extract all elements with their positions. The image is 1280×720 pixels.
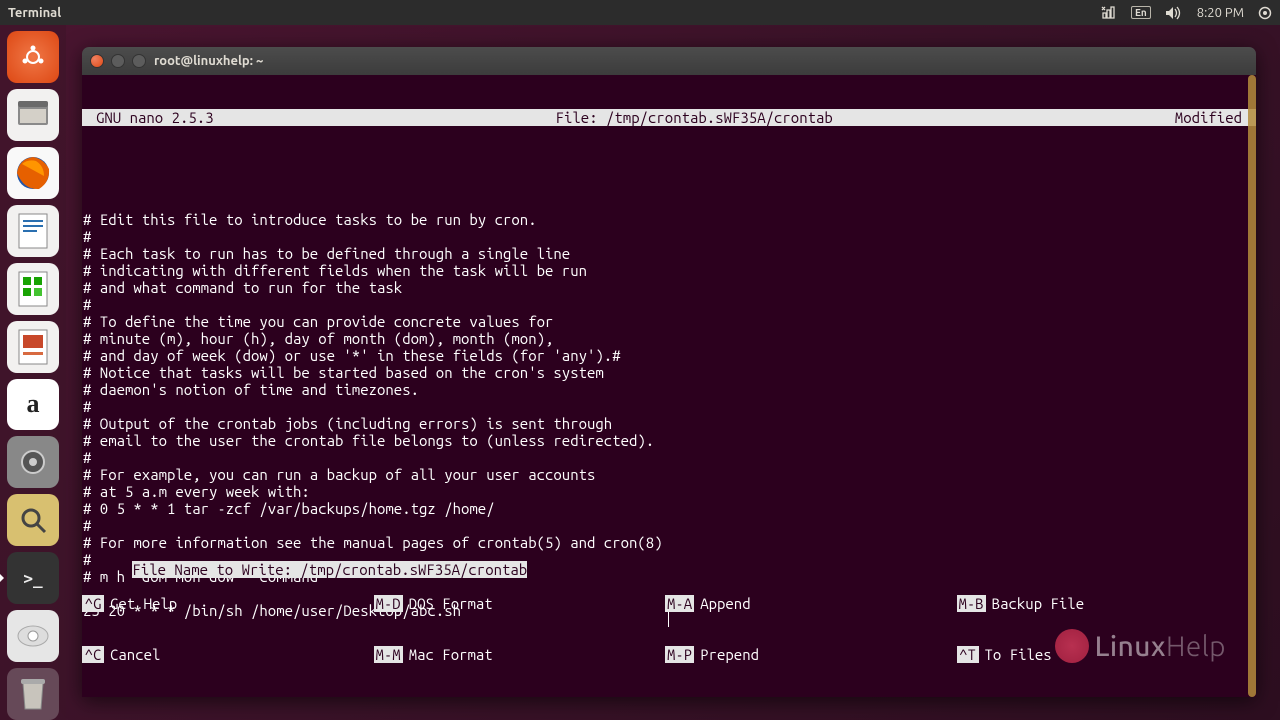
window-minimize-button[interactable]: [111, 54, 125, 68]
shortcut-label: Backup File: [986, 595, 1084, 612]
nano-shortcut[interactable]: ^GGet Help: [82, 595, 374, 612]
network-icon[interactable]: [1101, 6, 1117, 20]
nano-line[interactable]: # and day of week (dow) or use '*' in th…: [82, 347, 1256, 364]
language-indicator[interactable]: En: [1131, 6, 1151, 19]
active-indicator: [0, 573, 4, 583]
nano-shortcut[interactable]: M-PPrepend: [665, 646, 957, 663]
shortcut-key: M-D: [374, 595, 403, 612]
volume-icon[interactable]: [1165, 6, 1183, 20]
window-maximize-button[interactable]: [132, 54, 146, 68]
nano-line[interactable]: # Notice that tasks will be started base…: [82, 364, 1256, 381]
terminal-body[interactable]: GNU nano 2.5.3 File: /tmp/crontab.sWF35A…: [82, 75, 1256, 697]
shortcut-label: DOS Format: [403, 595, 493, 612]
nano-shortcut[interactable]: M-BBackup File: [957, 595, 1249, 612]
shortcut-label: Append: [694, 595, 750, 612]
launcher-search[interactable]: [7, 494, 59, 546]
nano-version: GNU nano 2.5.3: [96, 109, 214, 126]
nano-line[interactable]: # Each task to run has to be defined thr…: [82, 245, 1256, 262]
terminal-window: root@linuxhelp: ~ GNU nano 2.5.3 File: /…: [82, 47, 1256, 697]
shortcut-label: Cancel: [104, 646, 160, 663]
nano-line[interactable]: # minute (m), hour (h), day of month (do…: [82, 330, 1256, 347]
launcher-drive[interactable]: [7, 610, 59, 662]
unity-launcher: a >_: [0, 25, 66, 720]
app-title: Terminal: [8, 6, 61, 20]
launcher-trash[interactable]: [7, 668, 59, 720]
nano-line[interactable]: # indicating with different fields when …: [82, 262, 1256, 279]
nano-shortcut[interactable]: ^CCancel: [82, 646, 374, 663]
clock[interactable]: 8:20 PM: [1197, 6, 1244, 20]
top-menubar: Terminal En 8:20 PM: [0, 0, 1280, 25]
shortcut-key: M-M: [374, 646, 403, 663]
launcher-amazon[interactable]: a: [7, 379, 59, 431]
nano-shortcut[interactable]: M-AAppend: [665, 595, 957, 612]
shortcut-key: M-P: [665, 646, 694, 663]
terminal-scrollbar[interactable]: [1248, 75, 1256, 697]
launcher-terminal[interactable]: >_: [7, 552, 59, 604]
nano-file-label: File: /tmp/crontab.sWF35A/crontab: [214, 109, 1175, 126]
nano-write-prompt[interactable]: File Name to Write: /tmp/crontab.sWF35A/…: [132, 561, 527, 578]
nano-line[interactable]: # daemon's notion of time and timezones.: [82, 381, 1256, 398]
nano-shortcuts-row1: ^GGet HelpM-DDOS FormatM-AAppendM-BBacku…: [82, 595, 1248, 612]
shortcut-key: ^C: [82, 646, 104, 663]
launcher-firefox[interactable]: [7, 147, 59, 199]
window-titlebar[interactable]: root@linuxhelp: ~: [82, 47, 1256, 75]
shortcut-label: Get Help: [104, 595, 177, 612]
launcher-dash[interactable]: [7, 31, 59, 83]
nano-line[interactable]: # Edit this file to introduce tasks to b…: [82, 211, 1256, 228]
nano-header: GNU nano 2.5.3 File: /tmp/crontab.sWF35A…: [82, 109, 1256, 126]
gear-icon[interactable]: [1258, 6, 1272, 20]
nano-shortcuts-row2: ^CCancelM-MMac FormatM-PPrepend^TTo File…: [82, 646, 1248, 663]
nano-line[interactable]: # For example, you can run a backup of a…: [82, 466, 1256, 483]
shortcut-label: To Files: [979, 646, 1052, 663]
nano-line[interactable]: #: [82, 517, 1256, 534]
system-indicators: En 8:20 PM: [1101, 6, 1272, 20]
shortcut-label: Prepend: [694, 646, 759, 663]
nano-status: Modified: [1175, 109, 1242, 126]
nano-shortcut[interactable]: ^TTo Files: [957, 646, 1249, 663]
nano-line[interactable]: # 0 5 * * 1 tar -zcf /var/backups/home.t…: [82, 500, 1256, 517]
nano-line[interactable]: #: [82, 296, 1256, 313]
shortcut-key: M-B: [957, 595, 986, 612]
shortcut-key: ^T: [957, 646, 979, 663]
nano-line[interactable]: #: [82, 228, 1256, 245]
shortcut-key: M-A: [665, 595, 694, 612]
launcher-settings[interactable]: [7, 436, 59, 488]
window-title: root@linuxhelp: ~: [154, 54, 263, 68]
nano-shortcut[interactable]: M-DDOS Format: [374, 595, 666, 612]
nano-line[interactable]: # To define the time you can provide con…: [82, 313, 1256, 330]
nano-line[interactable]: # at 5 a.m every week with:: [82, 483, 1256, 500]
shortcut-key: ^G: [82, 595, 104, 612]
launcher-calc[interactable]: [7, 263, 59, 315]
nano-line[interactable]: # email to the user the crontab file bel…: [82, 432, 1256, 449]
launcher-impress[interactable]: [7, 321, 59, 373]
launcher-writer[interactable]: [7, 205, 59, 257]
nano-bottom-panel: File Name to Write: /tmp/crontab.sWF35A/…: [82, 544, 1248, 697]
nano-shortcut[interactable]: M-MMac Format: [374, 646, 666, 663]
nano-line[interactable]: #: [82, 398, 1256, 415]
shortcut-label: Mac Format: [403, 646, 493, 663]
launcher-files[interactable]: [7, 89, 59, 141]
nano-line[interactable]: # Output of the crontab jobs (including …: [82, 415, 1256, 432]
window-close-button[interactable]: [90, 54, 104, 68]
nano-line[interactable]: # and what command to run for the task: [82, 279, 1256, 296]
nano-line[interactable]: #: [82, 449, 1256, 466]
